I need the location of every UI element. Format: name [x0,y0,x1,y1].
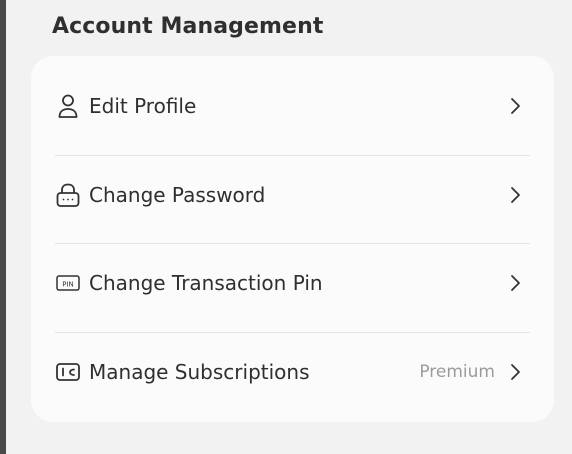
change-password-label: Change Password [89,183,266,207]
chevron-right-icon [511,364,520,380]
change-transaction-pin-row[interactable]: PIN Change Transaction Pin [31,239,554,327]
account-management-page: Account Management Edit Profile Change P… [0,0,572,454]
manage-subscriptions-row[interactable]: Manage Subscriptions Premium [31,328,554,416]
lock-icon [55,182,81,208]
chevron-right-icon [511,275,520,291]
edit-profile-label: Edit Profile [89,94,197,118]
wallet-icon [55,359,81,385]
change-transaction-pin-label: Change Transaction Pin [89,271,323,295]
edit-profile-row[interactable]: Edit Profile [31,62,554,150]
chevron-right-icon [511,187,520,203]
pin-icon-text: PIN [62,280,74,288]
chevron-right-icon [511,98,520,114]
change-password-row[interactable]: Change Password [31,151,554,239]
account-management-card: Edit Profile Change Password PIN Change … [31,56,554,422]
subscription-plan-badge: Premium [419,362,495,382]
window-left-edge [0,0,6,454]
section-title: Account Management [52,14,324,39]
person-icon [55,93,81,119]
pin-icon: PIN [55,270,81,296]
manage-subscriptions-label: Manage Subscriptions [89,360,310,384]
